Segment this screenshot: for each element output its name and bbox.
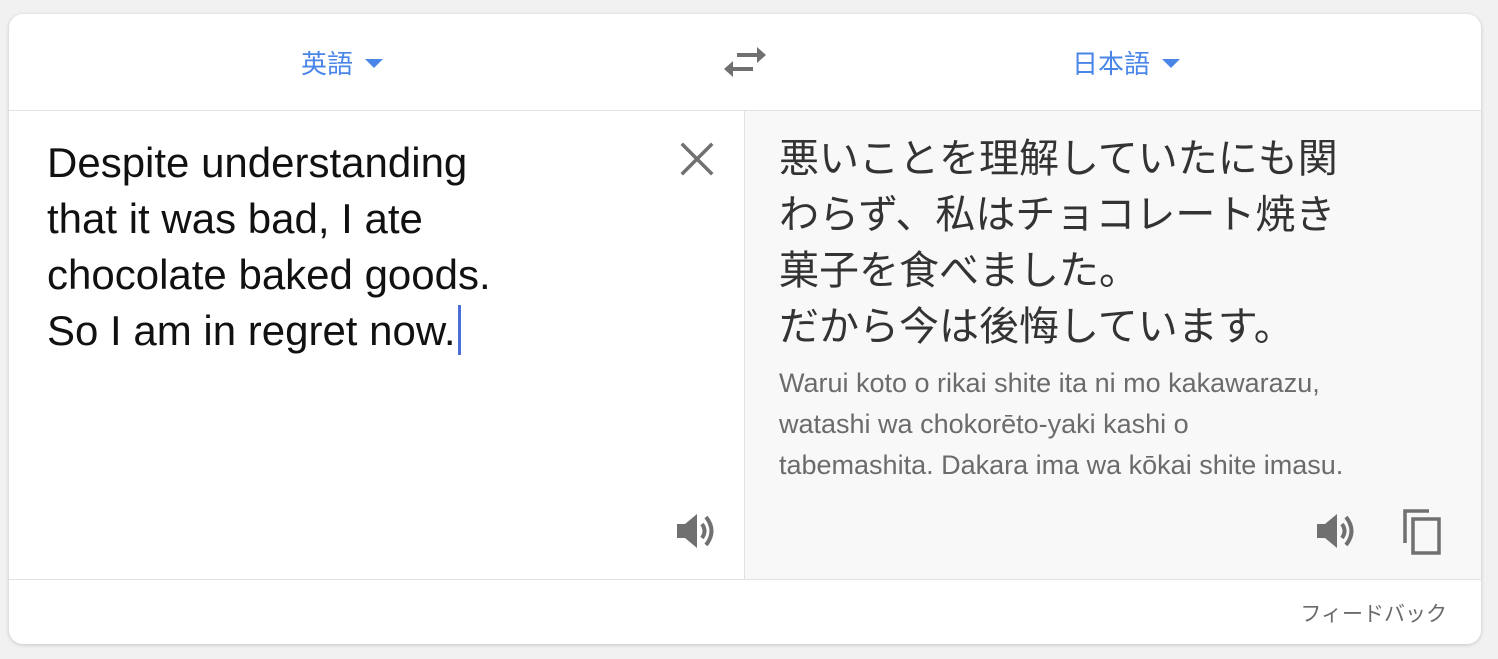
speaker-icon (1317, 514, 1354, 548)
swap-arrows-icon (724, 47, 766, 77)
caret-down-icon (365, 59, 384, 68)
language-bar: 英語 日本語 (9, 14, 1481, 111)
source-text: Despite understanding that it was bad, I… (47, 139, 491, 354)
target-pane: 悪いことを理解していたにも関 わらず、私はチョコレート焼き 菓子を食べました。 … (745, 111, 1481, 579)
source-language-label: 英語 (301, 48, 354, 79)
feedback-link[interactable]: フィードバック (1300, 598, 1447, 628)
speaker-icon (677, 514, 714, 548)
caret-down-icon (1162, 59, 1181, 68)
copy-translation-button[interactable] (1397, 503, 1449, 559)
swap-languages-button[interactable] (723, 42, 767, 82)
listen-source-button[interactable] (673, 507, 721, 555)
transliteration-text: Warui koto o rikai shite ita ni mo kakaw… (779, 368, 1344, 480)
source-text-input[interactable]: Despite understanding that it was bad, I… (47, 135, 647, 359)
text-cursor (457, 305, 461, 355)
clear-text-button[interactable] (673, 135, 721, 183)
copy-icon (1403, 509, 1441, 555)
source-language-select[interactable]: 英語 (301, 44, 384, 80)
translate-card: 英語 日本語 Despite understanding that it was… (9, 14, 1481, 644)
target-language-select[interactable]: 日本語 (1072, 44, 1181, 80)
close-icon (680, 142, 714, 176)
translation-panes: Despite understanding that it was bad, I… (9, 111, 1481, 579)
target-language-label: 日本語 (1072, 48, 1151, 79)
card-footer: フィードバック (9, 579, 1481, 644)
listen-translation-button[interactable] (1313, 507, 1361, 555)
source-pane[interactable]: Despite understanding that it was bad, I… (9, 111, 745, 579)
translation-text: 悪いことを理解していたにも関 わらず、私はチョコレート焼き 菓子を食べました。 … (779, 136, 1338, 350)
